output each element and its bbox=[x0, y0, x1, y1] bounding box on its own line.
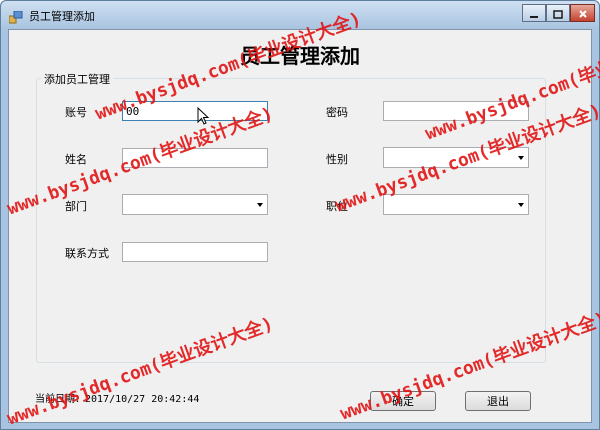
maximize-button[interactable] bbox=[546, 4, 570, 22]
form-heading: 员工管理添加 bbox=[240, 44, 360, 68]
close-button[interactable] bbox=[570, 4, 595, 22]
gender-label: 性别 bbox=[326, 153, 348, 166]
window-title: 员工管理添加 bbox=[29, 10, 95, 23]
exit-button[interactable]: 退出 bbox=[465, 391, 531, 411]
minimize-icon bbox=[529, 4, 539, 23]
contact-label: 联系方式 bbox=[65, 247, 109, 260]
form-client-area: 员工管理添加 添加员工管理 账号 00 密码 姓名 性别 部门 职位 联系方式 bbox=[8, 29, 592, 423]
app-icon bbox=[8, 9, 23, 24]
app-window: 员工管理添加 员工管理添加 添加员工管理 账号 00 密码 姓名 性别 部门 职… bbox=[0, 0, 600, 430]
maximize-icon bbox=[553, 4, 563, 23]
password-input[interactable] bbox=[383, 101, 529, 121]
group-box-label: 添加员工管理 bbox=[41, 71, 113, 87]
mouse-cursor-icon bbox=[197, 106, 210, 129]
chevron-down-icon bbox=[518, 203, 524, 207]
gender-select[interactable] bbox=[383, 147, 529, 168]
department-label: 部门 bbox=[65, 200, 87, 213]
chevron-down-icon bbox=[257, 203, 263, 207]
contact-input[interactable] bbox=[122, 242, 268, 262]
password-label: 密码 bbox=[326, 106, 348, 119]
position-label: 职位 bbox=[326, 200, 348, 213]
account-input[interactable]: 00 bbox=[122, 101, 268, 121]
title-bar[interactable]: 员工管理添加 bbox=[1, 1, 599, 29]
close-icon bbox=[578, 4, 588, 23]
current-date-label: 当前日期：2017/10/27 20:42:44 bbox=[35, 394, 200, 405]
minimize-button[interactable] bbox=[522, 4, 546, 22]
name-label: 姓名 bbox=[65, 153, 87, 166]
confirm-button[interactable]: 确定 bbox=[370, 391, 436, 411]
chevron-down-icon bbox=[518, 156, 524, 160]
name-input[interactable] bbox=[122, 148, 268, 168]
account-label: 账号 bbox=[65, 106, 87, 119]
position-select[interactable] bbox=[383, 194, 529, 215]
department-select[interactable] bbox=[122, 194, 268, 215]
